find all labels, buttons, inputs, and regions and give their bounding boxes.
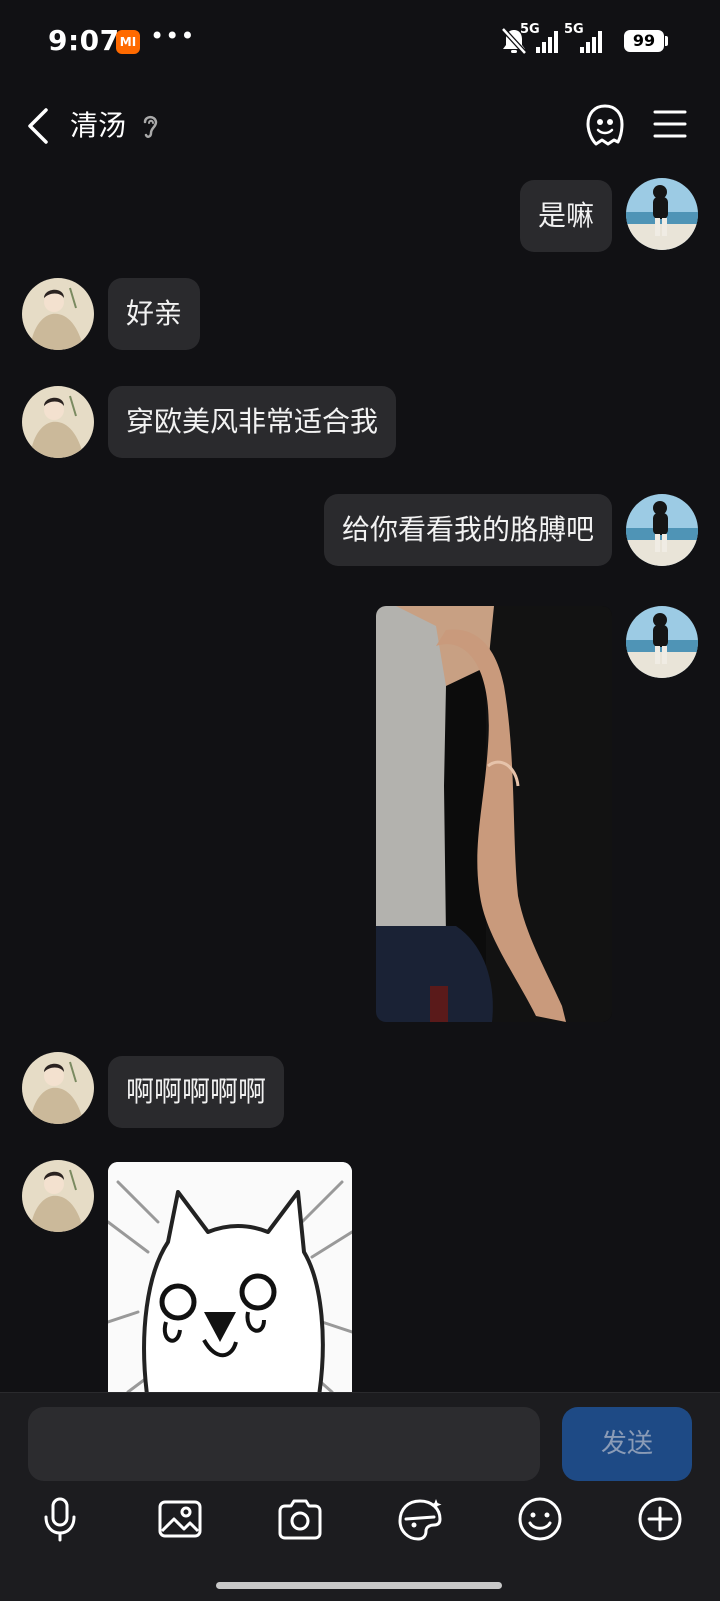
message-bubble[interactable]: 穿欧美风非常适合我	[108, 386, 397, 458]
arm-photo	[376, 606, 612, 1022]
message-bubble[interactable]: 给你看看我的胳膊吧	[323, 494, 612, 566]
battery-icon	[665, 36, 668, 46]
message-input[interactable]	[28, 1407, 540, 1481]
plus-icon[interactable]	[636, 1495, 684, 1543]
sticker-icon[interactable]	[396, 1495, 444, 1543]
composer-bar: 发送	[0, 1392, 720, 1601]
emoji-icon[interactable]	[516, 1495, 564, 1543]
chat-header: 清汤	[0, 90, 720, 162]
my-avatar[interactable]	[626, 178, 698, 250]
network-type-2: 5G	[564, 22, 584, 37]
network-type-1: 5G	[520, 22, 540, 37]
status-time: 9:07	[48, 24, 120, 57]
ear-icon	[143, 115, 158, 138]
send-button[interactable]: 发送	[562, 1407, 692, 1481]
microphone-icon[interactable]	[36, 1495, 84, 1543]
my-avatar[interactable]	[626, 606, 698, 678]
sticker-message[interactable]	[108, 1162, 352, 1392]
arm-photo-message[interactable]	[376, 606, 612, 1022]
mi-app-icon: MI	[116, 30, 140, 54]
contact-avatar[interactable]	[22, 1052, 94, 1124]
my-avatar[interactable]	[626, 494, 698, 566]
message-bubble[interactable]: 好亲	[108, 278, 201, 350]
chat-title[interactable]: 清汤	[70, 104, 126, 144]
contact-avatar[interactable]	[22, 386, 94, 458]
contact-avatar[interactable]	[22, 278, 94, 350]
message-bubble[interactable]: 啊啊啊啊啊	[108, 1056, 285, 1128]
menu-icon[interactable]	[652, 106, 688, 142]
gallery-icon[interactable]	[156, 1495, 204, 1543]
camera-icon[interactable]	[276, 1495, 324, 1543]
message-bubble[interactable]: 是嘛	[519, 180, 612, 252]
crying-cat-sticker	[108, 1162, 352, 1392]
more-notifications-icon: •••	[150, 22, 196, 50]
status-bar: 9:07 MI ••• 5G 5G 99	[0, 0, 720, 84]
qq-assistant-icon[interactable]	[584, 102, 626, 148]
home-indicator[interactable]	[216, 1582, 502, 1589]
message-list[interactable]: 是嘛 好亲 穿欧美风非常适合我 给你看看我的胳膊吧 啊啊啊啊啊	[0, 160, 720, 1392]
back-icon[interactable]	[24, 106, 52, 146]
battery-level: 99	[624, 30, 664, 52]
contact-avatar[interactable]	[22, 1160, 94, 1232]
